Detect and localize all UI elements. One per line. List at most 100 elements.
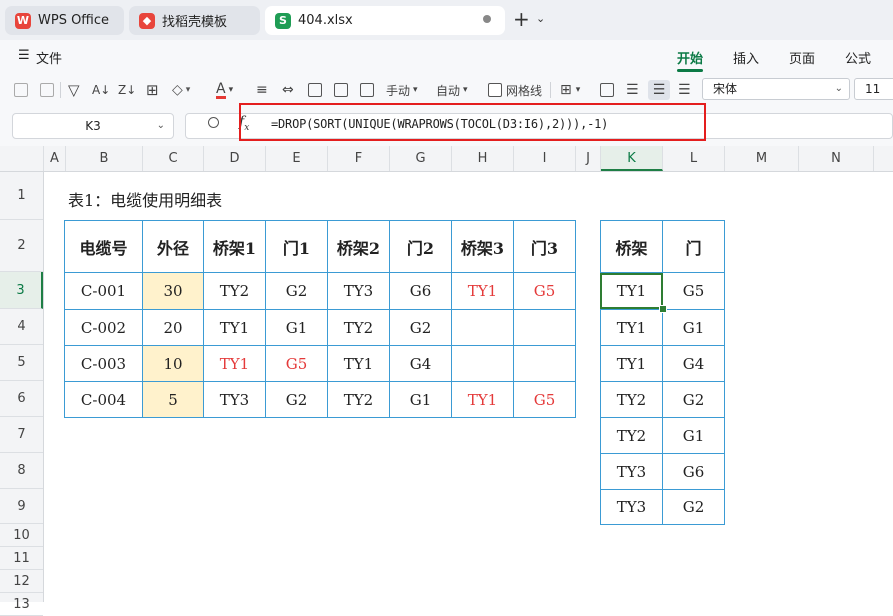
close-tab-icon[interactable] (483, 15, 491, 23)
fill-color-icon[interactable]: ◇ ▾ (172, 80, 190, 100)
font-color-icon[interactable]: A ▾ (216, 80, 233, 100)
header-tray1[interactable]: 桥架1 (203, 220, 266, 273)
row-header-12[interactable]: 12 (0, 570, 43, 593)
menu-insert[interactable]: 插入 (733, 48, 759, 67)
row-header-4[interactable]: 4 (0, 309, 43, 345)
sort-descending-icon[interactable]: Z↓ (118, 80, 136, 100)
tab-docer-templates[interactable]: ◆ 找稻壳模板 (129, 6, 260, 35)
row-header-5[interactable]: 5 (0, 345, 43, 381)
table-cell[interactable]: 20 (142, 309, 204, 346)
header-door1[interactable]: 门1 (265, 220, 328, 273)
row-header-7[interactable]: 7 (0, 417, 43, 453)
sort-ascending-icon[interactable]: A↓ (92, 80, 110, 100)
freeze-panes-icon[interactable] (600, 80, 614, 100)
row-header-2[interactable]: 2 (0, 220, 43, 272)
table-cell[interactable]: G4 (662, 345, 725, 382)
col-header-d[interactable]: D (204, 146, 266, 171)
fill-handle[interactable] (659, 305, 667, 313)
header-tray[interactable]: 桥架 (600, 220, 663, 273)
header-tray3[interactable]: 桥架3 (451, 220, 514, 273)
table-cell[interactable]: C-004 (64, 381, 143, 418)
chevron-down-icon[interactable]: ⌄ (536, 12, 545, 25)
table-cell[interactable] (513, 345, 576, 382)
wrap-auto-dropdown[interactable]: 自动 ▾ (436, 80, 468, 100)
table-cell[interactable]: TY1 (600, 345, 663, 382)
table-cell[interactable]: TY3 (327, 272, 390, 310)
table-cell[interactable]: C-001 (64, 272, 143, 310)
col-header-a[interactable]: A (44, 146, 66, 171)
cell-style-icon[interactable] (334, 80, 348, 100)
indent-icon[interactable] (360, 80, 374, 100)
align-center-icon[interactable]: ☰ (648, 80, 670, 100)
row-header-10[interactable]: 10 (0, 524, 43, 547)
header-tray2[interactable]: 桥架2 (327, 220, 390, 273)
sheet-title[interactable]: 表1：电缆使用明细表 (68, 187, 222, 211)
menu-file[interactable]: 文件 (36, 48, 62, 67)
align-left-icon[interactable]: ☰ (626, 80, 639, 100)
col-header-n[interactable]: N (799, 146, 874, 171)
row-header-3[interactable]: 3 (0, 272, 43, 309)
table-cell[interactable]: G5 (513, 272, 576, 310)
menu-formula[interactable]: 公式 (845, 48, 871, 67)
table-cell[interactable]: TY1 (203, 309, 266, 346)
tab-404-xlsx[interactable]: S 404.xlsx (265, 6, 505, 35)
table-cell[interactable]: G5 (513, 381, 576, 418)
gridlines-toggle[interactable]: 网格线 (488, 80, 542, 100)
header-door2[interactable]: 门2 (389, 220, 452, 273)
font-size-select[interactable]: 11 (854, 78, 893, 100)
align-right-icon[interactable]: ☰ (678, 80, 691, 100)
header-outer-diameter[interactable]: 外径 (142, 220, 204, 273)
row-header-9[interactable]: 9 (0, 489, 43, 524)
row-header-1[interactable]: 1 (0, 172, 43, 220)
table-cell[interactable]: G2 (389, 309, 452, 346)
table-cell[interactable]: C-002 (64, 309, 143, 346)
select-all-corner[interactable] (0, 146, 44, 171)
table-cell[interactable]: G5 (662, 272, 725, 310)
table-cell[interactable]: C-003 (64, 345, 143, 382)
zoom-icon[interactable] (208, 117, 219, 128)
table-cell[interactable] (451, 309, 514, 346)
table-cell[interactable]: TY2 (327, 381, 390, 418)
col-header-j[interactable]: J (576, 146, 601, 171)
col-header-b[interactable]: B (66, 146, 143, 171)
table-cell[interactable]: TY1 (451, 381, 514, 418)
new-tab-plus-icon[interactable]: + (513, 9, 530, 29)
table-cell[interactable]: G6 (662, 453, 725, 490)
table-cell[interactable]: TY3 (600, 489, 663, 525)
col-header-k[interactable]: K (601, 146, 663, 171)
table-cell[interactable]: 5 (142, 381, 204, 418)
header-door3[interactable]: 门3 (513, 220, 576, 273)
table-cell[interactable]: G1 (389, 381, 452, 418)
wrap-manual-dropdown[interactable]: 手动 ▾ (386, 80, 418, 100)
row-header-6[interactable]: 6 (0, 381, 43, 417)
col-header-c[interactable]: C (143, 146, 204, 171)
table-cell[interactable] (513, 309, 576, 346)
table-cell[interactable]: TY1 (451, 272, 514, 310)
number-format-icon[interactable] (14, 80, 28, 100)
tab-wps-office[interactable]: W WPS Office (5, 6, 124, 35)
format-painter-icon[interactable] (40, 80, 54, 100)
table-cell[interactable] (451, 345, 514, 382)
row-header-11[interactable]: 11 (0, 547, 43, 570)
table-cell[interactable]: TY1 (600, 309, 663, 346)
table-cell[interactable]: G2 (265, 381, 328, 418)
table-cell[interactable]: G2 (662, 381, 725, 418)
table-cell[interactable]: TY2 (327, 309, 390, 346)
menu-home[interactable]: 开始 (677, 48, 703, 67)
col-header-m[interactable]: M (725, 146, 799, 171)
align-distributed-icon[interactable]: ⇔ (282, 80, 294, 100)
hamburger-menu-icon[interactable]: ☰ (18, 48, 30, 63)
table-cell[interactable]: TY3 (600, 453, 663, 490)
table-cell[interactable]: G1 (662, 417, 725, 454)
table-cell[interactable]: G5 (265, 345, 328, 382)
checkbox-icon[interactable] (488, 83, 502, 97)
table-cell[interactable]: G2 (662, 489, 725, 525)
table-cell[interactable]: G2 (265, 272, 328, 310)
filter-icon[interactable]: ▽ (68, 80, 80, 100)
header-door[interactable]: 门 (662, 220, 725, 273)
col-header-f[interactable]: F (328, 146, 390, 171)
borders-icon[interactable]: ⊞ (146, 80, 159, 100)
table-cell[interactable]: G1 (662, 309, 725, 346)
col-header-g[interactable]: G (390, 146, 452, 171)
row-header-8[interactable]: 8 (0, 453, 43, 489)
